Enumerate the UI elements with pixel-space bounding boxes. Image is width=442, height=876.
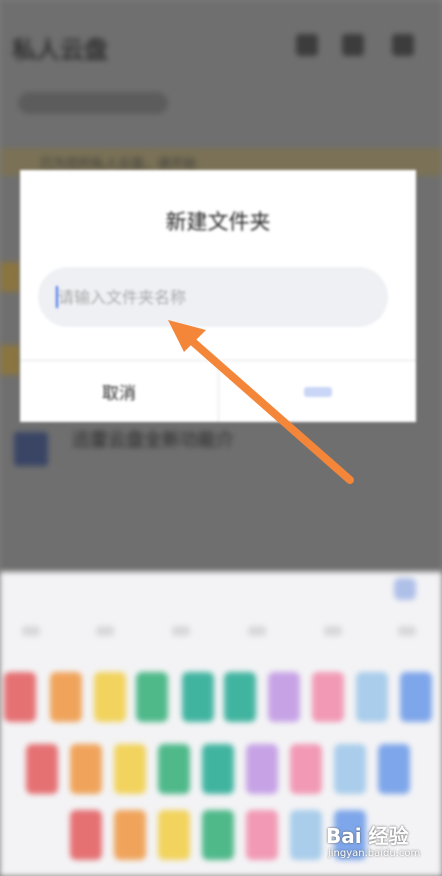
arrow-shaft: [180, 330, 354, 484]
watermark-logo: Bai 经验: [326, 824, 409, 848]
watermark-url: jingyan.baidu.com: [328, 848, 421, 859]
annotation-arrow-icon: [168, 320, 354, 484]
